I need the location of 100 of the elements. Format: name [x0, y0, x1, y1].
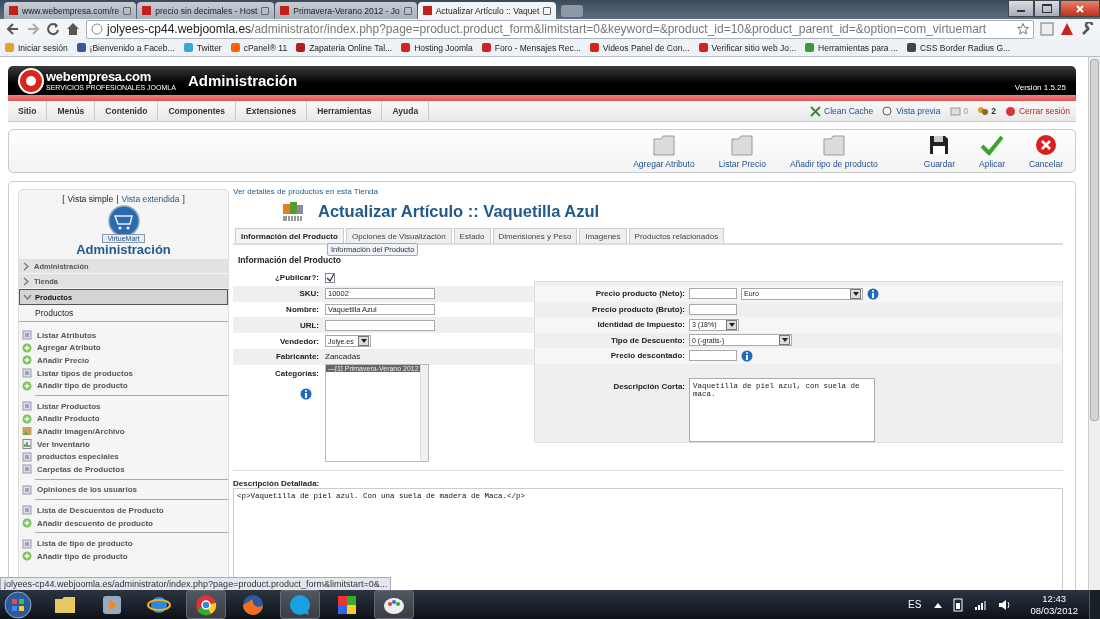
- dropdown-button[interactable]: [726, 319, 737, 330]
- info-icon[interactable]: [741, 349, 753, 362]
- menu-item[interactable]: Herramientas: [307, 101, 383, 121]
- info-icon[interactable]: [300, 387, 312, 400]
- menu-item[interactable]: Ayuda: [382, 101, 430, 121]
- clock[interactable]: 12:43 08/03/2012: [1030, 592, 1078, 617]
- checkbox[interactable]: [325, 272, 335, 283]
- maximize-button[interactable]: [1034, 0, 1060, 17]
- dropdown-button[interactable]: [358, 336, 369, 347]
- dropdown-button[interactable]: [779, 335, 790, 346]
- toolbar-button[interactable]: Agregar Atributo: [633, 133, 695, 169]
- bookmark[interactable]: cPanel® 11: [230, 42, 288, 53]
- back-icon[interactable]: [6, 22, 20, 36]
- sidebar-link[interactable]: Añadir descuento de producto: [22, 516, 228, 530]
- taskbar-button[interactable]: [374, 590, 414, 619]
- bookmark[interactable]: CSS Border Radius G...: [906, 42, 1011, 53]
- menu-item[interactable]: Contenido: [95, 101, 159, 121]
- sidebar-link[interactable]: Añadir tipo de producto: [22, 549, 228, 563]
- tab[interactable]: Información del Producto: [235, 228, 344, 243]
- sidebar-link[interactable]: Ver Inventario: [22, 437, 228, 451]
- sidebar-title: Administración: [75, 243, 172, 257]
- scrollbar-thumb[interactable]: [1090, 59, 1099, 421]
- tab[interactable]: Productos relacionados: [628, 228, 725, 243]
- language-indicator[interactable]: ES: [908, 599, 922, 610]
- folder-icon: [821, 133, 846, 157]
- bookmark[interactable]: Foro - Mensajes Rec...: [481, 42, 581, 53]
- bookmark[interactable]: Videos Panel de Con...: [589, 42, 690, 53]
- tab[interactable]: Imagenes: [579, 228, 627, 243]
- menu-item[interactable]: Extensiones: [236, 101, 308, 121]
- bookmark[interactable]: Herramientas para ...: [805, 42, 898, 53]
- extension-icon[interactable]: [1060, 22, 1074, 36]
- sidebar-link[interactable]: Listar Atributos: [22, 329, 228, 342]
- sidebar-link[interactable]: Añadir Producto: [22, 412, 228, 426]
- browser-tab[interactable]: precio sin decimales - Host: [137, 2, 275, 19]
- input-field[interactable]: [689, 350, 737, 362]
- toolbar-button[interactable]: Aplicar: [979, 133, 1005, 169]
- speaker-icon[interactable]: [998, 598, 1013, 611]
- dropdown-button[interactable]: [850, 288, 861, 299]
- sidebar-link[interactable]: Añadir tipo de producto: [22, 379, 228, 392]
- scrollbar[interactable]: [420, 364, 428, 461]
- sidebar-link[interactable]: Lista de Descuentos de Producto: [22, 504, 228, 517]
- sidebar-link[interactable]: Añadir Precio: [22, 354, 228, 367]
- sidebar-link[interactable]: Opiniones de los usuarios: [22, 483, 228, 497]
- home-icon[interactable]: [66, 22, 80, 36]
- toolbar-button[interactable]: Añadir tipo de producto: [789, 133, 878, 169]
- sidebar-link[interactable]: productos especiales: [22, 450, 228, 463]
- tab[interactable]: Dimensiones y Peso: [492, 228, 578, 243]
- view-link[interactable]: Vista extendida: [121, 194, 180, 204]
- reload-icon[interactable]: [46, 22, 60, 36]
- chevron-up-icon[interactable]: [934, 601, 943, 608]
- input-field[interactable]: [325, 319, 435, 331]
- status-link[interactable]: Vista previa: [882, 105, 941, 117]
- store-link[interactable]: Ver detalles de productos en esta Tienda: [233, 187, 1063, 196]
- field-label: Precio descontado:: [609, 351, 685, 361]
- document-icon: [22, 538, 32, 549]
- taskbar-button[interactable]: [186, 590, 226, 619]
- input-field[interactable]: [689, 288, 737, 300]
- menu-item[interactable]: Menús: [47, 101, 96, 121]
- browser-tab[interactable]: www.webempresa.com/re: [4, 2, 137, 19]
- sidebar-link[interactable]: Listar tipos de productos: [22, 366, 228, 380]
- signal-icon[interactable]: [974, 599, 989, 610]
- browser-tab[interactable]: Actualizar Artículo :: Vaquet: [417, 2, 557, 19]
- bookmark[interactable]: Iniciar sesión: [5, 42, 68, 53]
- bookmark[interactable]: Verificar sitio web Jo...: [698, 42, 797, 53]
- toolbar-button[interactable]: Listar Precio: [718, 133, 766, 169]
- sidebar-link[interactable]: Añadir Imagen/Archivo: [22, 425, 228, 438]
- section-title: Información del Producto: [238, 255, 342, 265]
- address-bar[interactable]: jolyees-cp44.webjoomla.es/administrator/index.php?page=product.product_form&limitstart=0&keyword=&product_id=10&product_parent_id=&option=com_virtuemart: [86, 19, 1034, 39]
- input-field[interactable]: [689, 303, 737, 315]
- info-icon[interactable]: [867, 287, 879, 300]
- caret-icon: [728, 322, 735, 327]
- menu-item[interactable]: Componentes: [158, 101, 237, 121]
- status-link[interactable]: 2: [977, 105, 996, 117]
- sidebar-subitem[interactable]: Productos: [19, 305, 228, 322]
- browser-tab[interactable]: Primavera-Verano 2012 - Jo: [275, 2, 417, 19]
- sidebar-link[interactable]: Listar Productos: [22, 399, 228, 413]
- plus-icon: [22, 518, 32, 528]
- field-label: Precio producto (Bruto):: [591, 304, 685, 314]
- tab[interactable]: Opciones de Visualización: [345, 228, 452, 243]
- sidebar-link[interactable]: Lista de tipo de producto: [22, 537, 228, 550]
- start-button[interactable]: [4, 590, 32, 619]
- bookmark[interactable]: ¡Bienvenido a Faceb...: [76, 42, 175, 53]
- bookmark[interactable]: Hosting Joomla: [401, 42, 473, 53]
- close-button[interactable]: [1060, 0, 1100, 17]
- status-link[interactable]: Clean Cache: [810, 105, 874, 117]
- battery-icon[interactable]: [952, 597, 965, 612]
- tab[interactable]: Estado: [453, 228, 491, 243]
- minimize-button[interactable]: [1008, 0, 1034, 17]
- bookmark[interactable]: Twitter: [183, 42, 222, 53]
- sidebar-link[interactable]: Carpetas de Productos: [22, 462, 228, 476]
- menu-item[interactable]: Sitio: [8, 101, 48, 121]
- status-link[interactable]: Cerrar sesión: [1004, 105, 1070, 117]
- star-icon[interactable]: [1017, 23, 1029, 35]
- brand-name: webempresa.com: [46, 69, 152, 84]
- sidebar-link[interactable]: Agregar Atributo: [22, 341, 228, 355]
- bookmark[interactable]: Zapateria Online Tal...: [296, 42, 393, 53]
- toolbar-button[interactable]: Cancelar: [1028, 133, 1063, 169]
- view-link[interactable]: Vista simple: [67, 194, 114, 204]
- wrench-icon[interactable]: [1080, 22, 1094, 36]
- toolbar-button[interactable]: Guardar: [923, 133, 955, 169]
